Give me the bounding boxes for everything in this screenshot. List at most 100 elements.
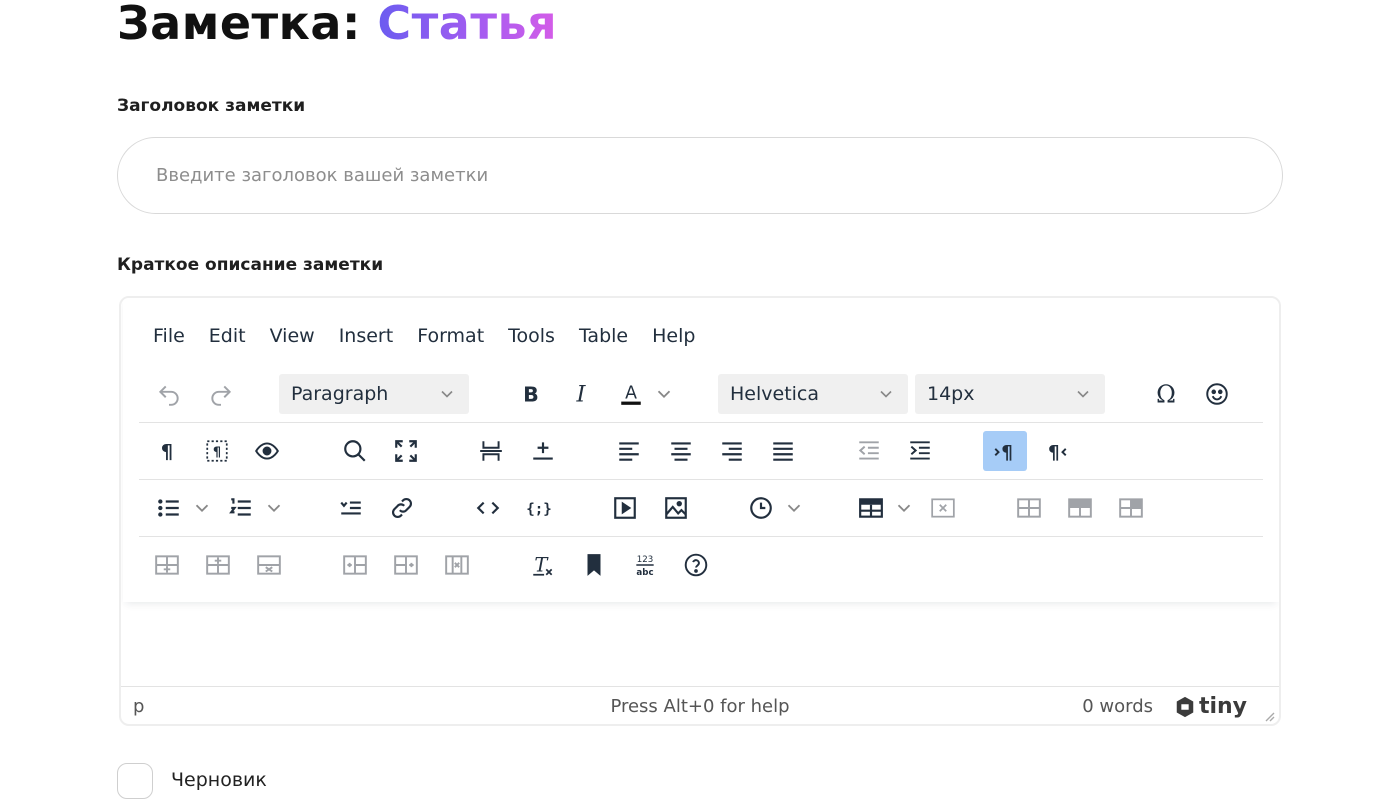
font-size-select[interactable]: 14px [915, 373, 1105, 414]
code-sample-button[interactable]: {;} [517, 488, 561, 528]
menu-view[interactable]: View [258, 320, 327, 352]
menu-help[interactable]: Help [640, 320, 707, 352]
visual-chars-button[interactable]: ¶ [145, 431, 189, 471]
word-count-button[interactable]: 123 abc [623, 545, 667, 585]
toolbar-row-4: T 123 abc [139, 536, 1263, 593]
draft-checkbox-label: Черновик [171, 769, 267, 791]
ltr-button[interactable]: ¶ [983, 431, 1027, 471]
fullscreen-button[interactable] [384, 431, 428, 471]
svg-text:I: I [576, 381, 587, 406]
bookmark-button[interactable] [572, 545, 616, 585]
align-right-button[interactable] [710, 431, 754, 471]
image-button[interactable] [654, 488, 698, 528]
chevron-down-icon [787, 504, 801, 513]
align-left-button[interactable] [607, 431, 651, 471]
page-title: Заметка: Статья [117, 0, 557, 50]
table-insert-row-after-button[interactable] [196, 545, 240, 585]
media-button[interactable] [603, 488, 647, 528]
tiny-logo-icon [1176, 696, 1194, 717]
element-path[interactable]: p [133, 696, 144, 717]
editor-content-area[interactable] [121, 602, 1279, 686]
table-delete-row-icon [257, 555, 281, 575]
indent-button[interactable] [898, 431, 942, 471]
svg-text:{;}: {;} [526, 501, 551, 517]
page-title-accent: Статья [377, 0, 557, 50]
resize-handle-icon[interactable] [1261, 708, 1275, 722]
menu-file[interactable]: File [141, 320, 197, 352]
ltr-icon: ¶ [994, 443, 1013, 464]
table-button[interactable] [849, 488, 915, 528]
table-delete-row-button[interactable] [247, 545, 291, 585]
emoji-button[interactable] [1195, 374, 1239, 414]
outdent-icon [858, 441, 879, 460]
visual-blocks-button[interactable]: ¶ [195, 431, 239, 471]
outdent-button[interactable] [847, 431, 891, 471]
italic-button[interactable]: I [559, 374, 603, 414]
special-character-button[interactable]: Ω [1144, 374, 1188, 414]
page-break-button[interactable] [469, 431, 513, 471]
numbered-list-button[interactable] [219, 488, 285, 528]
table-row-props-icon [1017, 498, 1041, 518]
svg-text:Ω: Ω [1156, 381, 1176, 407]
text-color-icon: A [621, 383, 641, 405]
menu-insert[interactable]: Insert [327, 320, 406, 352]
chevron-down-icon [267, 504, 281, 513]
undo-button[interactable] [147, 374, 191, 414]
rich-text-editor: File Edit View Insert Format Tools Table… [119, 296, 1281, 726]
anchor-button[interactable] [329, 488, 373, 528]
bold-button[interactable]: B [509, 374, 553, 414]
align-center-button[interactable] [659, 431, 703, 471]
table-delete-button[interactable] [921, 488, 965, 528]
word-count[interactable]: 0 words [1082, 696, 1153, 717]
table-row-props-button[interactable] [1007, 488, 1051, 528]
table-insert-col-after-icon [394, 555, 418, 575]
draft-checkbox[interactable] [117, 763, 153, 799]
rtl-button[interactable]: ¶ [1034, 431, 1078, 471]
table-insert-col-after-button[interactable] [384, 545, 428, 585]
menu-table[interactable]: Table [567, 320, 640, 352]
remove-format-icon: T [533, 554, 553, 577]
anchor-icon [340, 501, 361, 515]
remove-format-button[interactable]: T [521, 545, 565, 585]
link-button[interactable] [380, 488, 424, 528]
align-right-icon [722, 442, 742, 461]
insert-time-button[interactable] [739, 488, 805, 528]
redo-button[interactable] [199, 374, 243, 414]
svg-text:A: A [625, 383, 637, 403]
word-count-icon: 123 abc [636, 555, 654, 578]
table-insert-col-before-button[interactable] [333, 545, 377, 585]
title-field-label: Заголовок заметки [117, 96, 306, 116]
chevron-down-icon [880, 390, 892, 398]
menu-edit[interactable]: Edit [197, 320, 258, 352]
table-insert-row-above-button[interactable] [145, 545, 189, 585]
menu-format[interactable]: Format [405, 320, 496, 352]
horizontal-rule-button[interactable] [521, 431, 565, 471]
align-justify-button[interactable] [761, 431, 805, 471]
italic-icon: I [576, 381, 587, 406]
table-delete-col-icon [445, 555, 469, 575]
table-split-icon [1119, 498, 1143, 518]
title-input[interactable] [117, 137, 1283, 214]
code-view-button[interactable] [466, 488, 510, 528]
table-icon [859, 498, 883, 518]
bullet-list-button[interactable] [147, 488, 213, 528]
rtl-icon: ¶ [1048, 443, 1067, 464]
text-color-button[interactable]: A [609, 374, 675, 414]
tiny-logo[interactable]: tiny [1174, 694, 1247, 719]
search-replace-button[interactable] [333, 431, 377, 471]
help-button[interactable] [674, 545, 718, 585]
table-split-button[interactable] [1109, 488, 1153, 528]
chevron-down-icon [897, 504, 911, 513]
numbered-list-icon [229, 498, 251, 516]
chevron-down-icon [657, 390, 671, 398]
menu-tools[interactable]: Tools [496, 320, 567, 352]
preview-button[interactable] [245, 431, 289, 471]
table-delete-col-button[interactable] [435, 545, 479, 585]
align-justify-icon [773, 442, 793, 461]
font-family-select[interactable]: Helvetica [718, 373, 908, 414]
horizontal-rule-icon [533, 442, 553, 460]
table-cell-props-button[interactable] [1058, 488, 1102, 528]
svg-text:abc: abc [636, 568, 653, 578]
svg-text:¶: ¶ [1048, 443, 1060, 464]
block-format-select[interactable]: Paragraph [279, 373, 469, 414]
